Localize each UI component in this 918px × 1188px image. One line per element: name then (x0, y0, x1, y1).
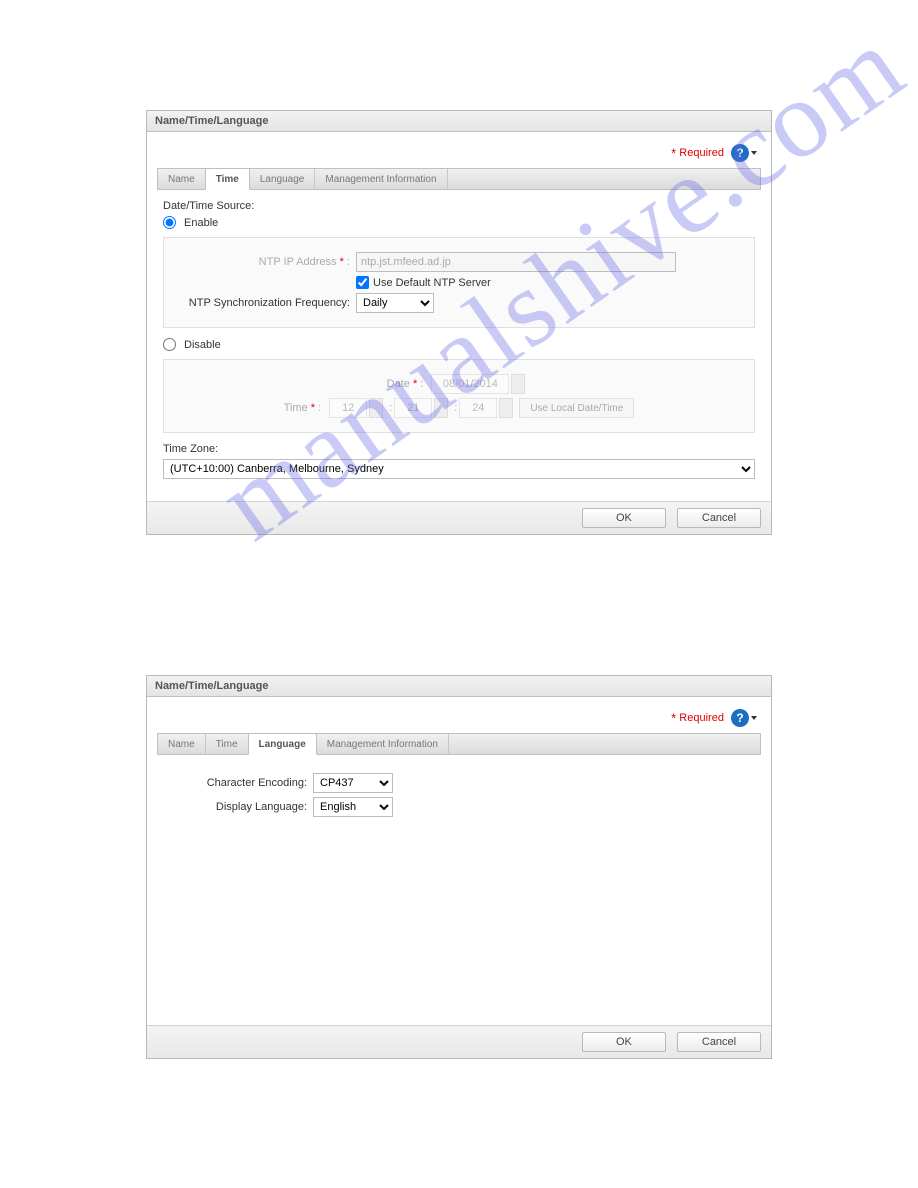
radio-disable[interactable] (163, 338, 176, 351)
sync-freq-label: NTP Synchronization Frequency: (176, 297, 356, 309)
cancel-button[interactable]: Cancel (677, 508, 761, 528)
hh-stepper (369, 398, 383, 418)
tab-time[interactable]: Time (205, 168, 250, 190)
tab-language[interactable]: Language (250, 169, 316, 189)
date-input: 08/01/2014 (431, 374, 509, 394)
tab-language-2[interactable]: Language (248, 733, 317, 755)
sync-freq-select[interactable]: Daily (356, 293, 434, 313)
date-time-source-label: Date/Time Source: (163, 200, 755, 212)
help-icon[interactable]: ? (731, 144, 749, 162)
panel-title: Name/Time/Language (147, 111, 771, 132)
tab-time-2[interactable]: Time (206, 734, 249, 754)
tabs-2: Name Time Language Management Informatio… (157, 733, 761, 755)
panel-language: Name/Time/Language * Required ? Name Tim… (146, 675, 772, 1059)
footer: OK Cancel (147, 501, 771, 534)
footer-2: OK Cancel (147, 1025, 771, 1058)
timezone-select[interactable]: (UTC+10:00) Canberra, Melbourne, Sydney (163, 459, 755, 479)
use-default-ntp-label: Use Default NTP Server (373, 277, 491, 289)
char-encoding-label: Character Encoding: (163, 777, 313, 789)
cancel-button-2[interactable]: Cancel (677, 1032, 761, 1052)
ok-button-2[interactable]: OK (582, 1032, 666, 1052)
mm-stepper (434, 398, 448, 418)
panel-title-2: Name/Time/Language (147, 676, 771, 697)
radio-enable[interactable] (163, 216, 176, 229)
help-icon-2[interactable]: ? (731, 709, 749, 727)
enable-box: NTP IP Address * : Use Default NTP Serve… (163, 237, 755, 328)
required-indicator-2: * Required ? (157, 707, 761, 733)
tab-management-info[interactable]: Management Information (315, 169, 447, 189)
ntp-ip-input (356, 252, 676, 272)
tab-management-info-2[interactable]: Management Information (317, 734, 449, 754)
date-label: Date (387, 378, 410, 390)
required-indicator: * Required ? (157, 142, 761, 168)
disable-box: Date * : 08/01/2014 Time * : 12 : 21 : 2… (163, 359, 755, 433)
tabs: Name Time Language Management Informatio… (157, 168, 761, 190)
date-picker-icon (511, 374, 525, 394)
use-default-ntp-checkbox[interactable] (356, 276, 369, 289)
radio-enable-label: Enable (184, 217, 218, 229)
help-dropdown-caret-2[interactable] (751, 716, 757, 720)
radio-disable-label: Disable (184, 339, 221, 351)
time-label: Time (284, 402, 308, 414)
timezone-label: Time Zone: (163, 443, 755, 455)
tab-name[interactable]: Name (158, 169, 206, 189)
panel-time: Name/Time/Language * Required ? Name Tim… (146, 110, 772, 535)
display-language-label: Display Language: (163, 801, 313, 813)
time-ss: 24 (459, 398, 497, 418)
ss-stepper (499, 398, 513, 418)
use-local-datetime-button: Use Local Date/Time (519, 398, 634, 418)
ntp-ip-label: NTP IP Address (259, 256, 337, 268)
tab-name-2[interactable]: Name (158, 734, 206, 754)
char-encoding-select[interactable]: CP437 (313, 773, 393, 793)
display-language-select[interactable]: English (313, 797, 393, 817)
ok-button[interactable]: OK (582, 508, 666, 528)
help-dropdown-caret[interactable] (751, 151, 757, 155)
time-hh: 12 (329, 398, 367, 418)
time-mm: 21 (394, 398, 432, 418)
